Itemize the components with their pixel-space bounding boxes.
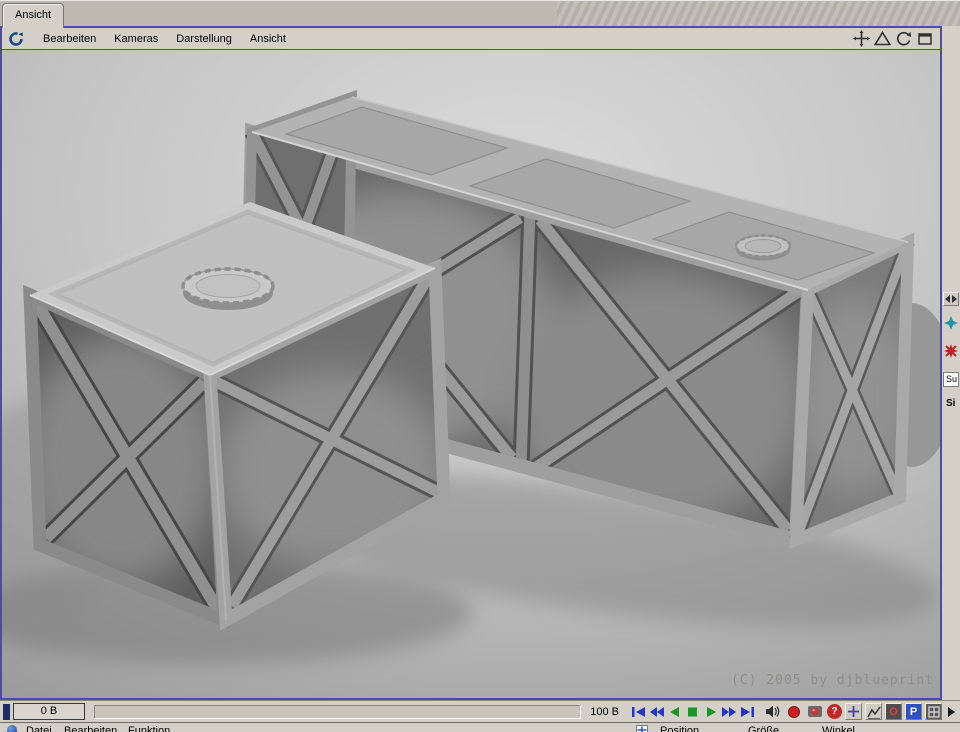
p-icon[interactable]: P bbox=[905, 703, 922, 720]
menu-ansicht[interactable]: Ansicht bbox=[241, 31, 295, 47]
menu-darstellung[interactable]: Darstellung bbox=[167, 31, 241, 47]
skip-start-button[interactable] bbox=[630, 705, 647, 719]
pan-icon[interactable] bbox=[852, 30, 871, 47]
speaker-icon[interactable] bbox=[764, 704, 782, 720]
transport-controls bbox=[630, 705, 755, 719]
p-letter: P bbox=[909, 705, 918, 718]
o-icon[interactable]: O bbox=[885, 703, 902, 720]
red-star-icon[interactable] bbox=[943, 343, 959, 359]
render-icon[interactable] bbox=[806, 704, 824, 720]
expand-arrow-icon[interactable] bbox=[945, 705, 957, 719]
navy-chip bbox=[3, 703, 10, 720]
o-letter: O bbox=[889, 705, 898, 718]
fast-back-button[interactable] bbox=[648, 705, 665, 719]
viewport-panel: Bearbeiten Kameras Darstellung Ansicht (… bbox=[0, 26, 942, 700]
viewport-menubar: Bearbeiten Kameras Darstellung Ansicht bbox=[2, 28, 940, 50]
status-bar: 0 B 100 B ? O P bbox=[0, 700, 960, 722]
rotate-icon[interactable] bbox=[894, 30, 913, 47]
play-backward-button[interactable] bbox=[666, 705, 683, 719]
graph-icon[interactable] bbox=[865, 703, 882, 720]
truncated-label: Si bbox=[946, 398, 956, 409]
tab-ansicht[interactable]: Ansicht bbox=[2, 3, 65, 28]
tank-cap-large bbox=[181, 267, 275, 310]
teal-star-icon[interactable] bbox=[943, 315, 959, 331]
coords-menu-bearbeiten[interactable]: Bearbeiten bbox=[64, 725, 117, 732]
column-winkel: Winkel bbox=[822, 725, 856, 732]
render-scene bbox=[2, 50, 940, 698]
truncated-field-text: Su bbox=[946, 374, 958, 384]
menu-bearbeiten[interactable]: Bearbeiten bbox=[34, 31, 105, 47]
right-panel-edge: Su Si bbox=[942, 26, 960, 700]
skip-end-button[interactable] bbox=[738, 705, 755, 719]
coordinates-window: Datei Bearbeiten Funktion Position Größe… bbox=[0, 722, 960, 732]
coords-menu-datei[interactable]: Datei bbox=[26, 725, 52, 732]
coords-axis-icon bbox=[636, 725, 648, 732]
current-frame-field[interactable]: 0 B bbox=[13, 703, 85, 720]
coords-app-icon bbox=[7, 725, 17, 732]
menu-kameras[interactable]: Kameras bbox=[105, 31, 167, 47]
move-tool-icon[interactable] bbox=[845, 703, 862, 720]
record-button[interactable] bbox=[785, 704, 803, 720]
tank-cap-small bbox=[734, 234, 792, 261]
tab-label: Ansicht bbox=[15, 9, 52, 21]
help-button[interactable]: ? bbox=[827, 704, 842, 719]
spinner-buttons[interactable] bbox=[943, 292, 959, 306]
column-position: Position bbox=[660, 725, 700, 732]
app-icon bbox=[8, 31, 24, 47]
truncated-field[interactable]: Su bbox=[943, 372, 959, 387]
render-viewport[interactable]: (C) 2005 by djblueprint bbox=[2, 50, 940, 698]
stop-button[interactable] bbox=[684, 705, 701, 719]
timeline-slider[interactable] bbox=[94, 704, 582, 719]
coords-menu-funktion[interactable]: Funktion bbox=[128, 725, 170, 732]
watermark: (C) 2005 by djblueprint bbox=[730, 673, 934, 688]
column-groesse: Größe bbox=[748, 725, 780, 732]
end-frame-label: 100 B bbox=[590, 705, 619, 718]
help-glyph: ? bbox=[831, 706, 838, 717]
maximize-icon[interactable] bbox=[915, 30, 934, 47]
grid-icon[interactable] bbox=[925, 703, 942, 720]
tab-strip: Ansicht bbox=[0, 0, 960, 28]
fast-forward-button[interactable] bbox=[720, 705, 737, 719]
warning-icon[interactable] bbox=[873, 30, 892, 47]
play-button[interactable] bbox=[702, 705, 719, 719]
